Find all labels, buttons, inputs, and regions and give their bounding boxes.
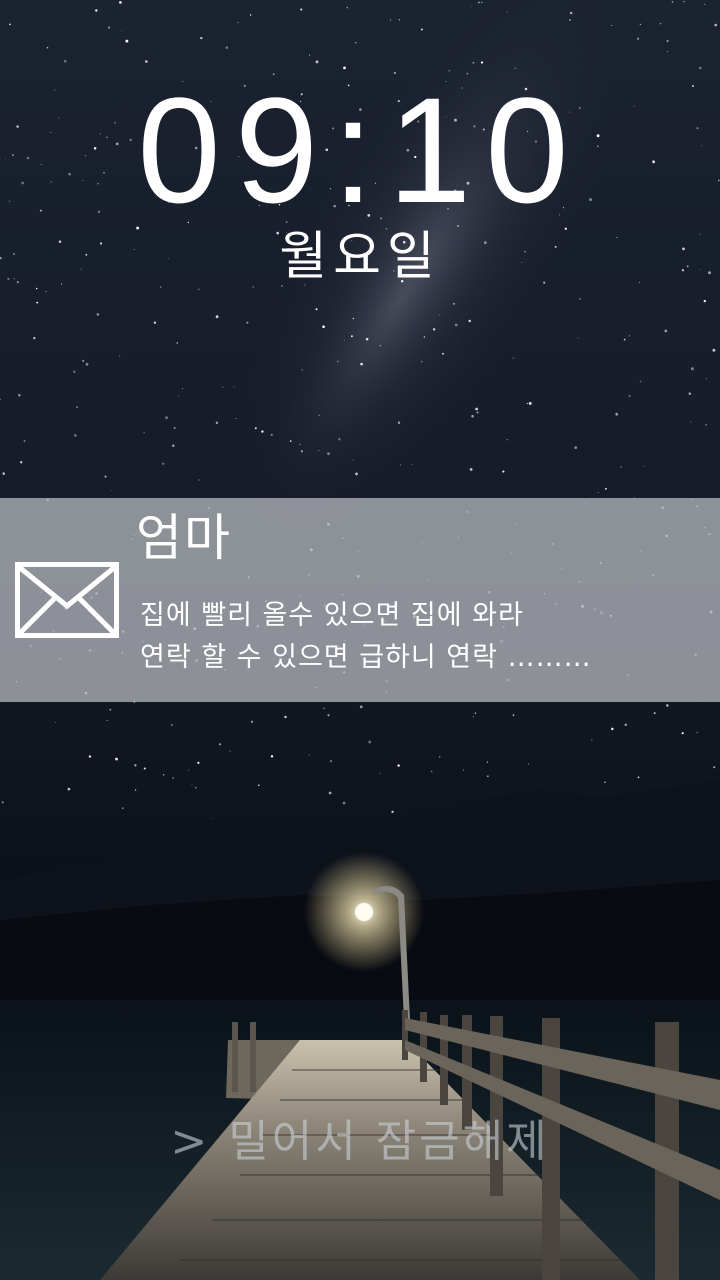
- weekday-label: 월요일: [279, 227, 441, 287]
- lock-screen: 09:10 월요일 엄마 집에 빨리 올수 있으면 집에 와라 연락 할 수 있…: [0, 0, 720, 1280]
- notification-sender: 엄마: [136, 509, 232, 567]
- notification-message-line: 집에 빨리 올수 있으면 집에 와라: [140, 600, 524, 631]
- unlock-label: 밀어서 잠금해제: [228, 1116, 550, 1167]
- slide-to-unlock[interactable]: > 밀어서 잠금해제: [0, 1112, 720, 1172]
- envelope-icon: [15, 562, 119, 638]
- chevron-right-icon: >: [170, 1116, 211, 1167]
- notification-message-line: 연락 할 수 있으면 급하니 연락 ………: [140, 642, 592, 673]
- lock-clock: 09:10: [137, 66, 583, 234]
